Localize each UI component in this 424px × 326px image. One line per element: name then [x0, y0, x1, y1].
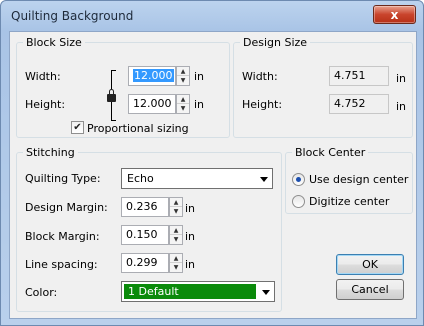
digitize-center-label: Digitize center: [309, 195, 390, 208]
block-margin-spinner[interactable]: ▲ ▼: [169, 225, 183, 245]
spin-down-icon[interactable]: ▼: [177, 104, 189, 113]
spin-up-icon[interactable]: ▲: [177, 95, 189, 104]
window-title: Quilting Background: [11, 9, 134, 23]
block-width-label: Width:: [25, 70, 61, 83]
color-value: 1 Default: [128, 285, 179, 298]
design-size-group: Design Size Width: 4.751 in Height: 4.75…: [233, 36, 413, 138]
lock-icon[interactable]: [107, 70, 117, 126]
proportional-sizing-label: Proportional sizing: [87, 122, 189, 135]
block-margin-input[interactable]: 0.150: [121, 225, 169, 245]
block-height-label: Height:: [25, 98, 66, 111]
spin-up-icon[interactable]: ▲: [177, 67, 189, 76]
block-center-title: Block Center: [292, 146, 369, 159]
cancel-button[interactable]: Cancel: [336, 279, 404, 300]
title-bar[interactable]: Quilting Background x: [1, 1, 423, 31]
close-button[interactable]: x: [373, 5, 416, 24]
spin-up-icon[interactable]: ▲: [170, 226, 182, 235]
spin-down-icon[interactable]: ▼: [177, 76, 189, 85]
block-center-group: Block Center Use design center Digitize …: [285, 146, 413, 214]
design-height-value: 4.752: [329, 94, 389, 114]
block-size-title: Block Size: [23, 36, 85, 49]
dialog-window: Quilting Background x Block Size Width: …: [0, 0, 424, 326]
block-width-unit: in: [194, 70, 205, 83]
block-width-spinner[interactable]: ▲ ▼: [176, 66, 190, 86]
line-spacing-label: Line spacing:: [25, 258, 98, 271]
block-height-spinner[interactable]: ▲ ▼: [176, 94, 190, 114]
block-margin-label: Block Margin:: [25, 230, 100, 243]
color-swatch: 1 Default: [124, 284, 256, 299]
spin-down-icon[interactable]: ▼: [170, 207, 182, 216]
quilting-type-label: Quilting Type:: [25, 172, 101, 185]
stitching-group: Stitching Quilting Type: Echo Design Mar…: [16, 146, 282, 312]
proportional-sizing-checkbox[interactable]: ✔: [71, 121, 84, 134]
stitching-title: Stitching: [23, 146, 78, 159]
design-margin-label: Design Margin:: [25, 201, 108, 214]
design-width-unit: in: [396, 72, 407, 85]
block-width-input[interactable]: 12.000: [128, 66, 176, 86]
quilting-type-dropdown[interactable]: Echo: [121, 168, 273, 189]
chevron-down-icon: [260, 177, 268, 182]
design-size-title: Design Size: [240, 36, 311, 49]
dialog-body: Block Size Width: 12.000 ▲ ▼ in Height: …: [9, 31, 417, 319]
spin-down-icon[interactable]: ▼: [170, 235, 182, 244]
design-width-value: 4.751: [329, 66, 389, 86]
design-margin-input[interactable]: 0.236: [121, 197, 169, 217]
quilting-type-value: Echo: [127, 172, 154, 185]
design-height-unit: in: [396, 100, 407, 113]
line-spacing-spinner[interactable]: ▲ ▼: [169, 253, 183, 273]
design-height-label: Height:: [242, 98, 283, 111]
color-dropdown[interactable]: 1 Default: [121, 281, 275, 302]
use-design-center-label: Use design center: [309, 173, 409, 186]
block-size-group: Block Size Width: 12.000 ▲ ▼ in Height: …: [16, 36, 230, 138]
use-design-center-radio[interactable]: [292, 173, 305, 186]
spin-up-icon[interactable]: ▲: [170, 198, 182, 207]
block-height-input[interactable]: 12.000: [128, 94, 176, 114]
block-margin-unit: in: [185, 230, 196, 243]
spin-down-icon[interactable]: ▼: [170, 263, 182, 272]
spin-up-icon[interactable]: ▲: [170, 254, 182, 263]
design-margin-unit: in: [185, 202, 196, 215]
chevron-down-icon: [262, 290, 270, 295]
line-spacing-unit: in: [185, 258, 196, 271]
line-spacing-input[interactable]: 0.299: [121, 253, 169, 273]
color-label: Color:: [25, 286, 58, 299]
digitize-center-radio[interactable]: [292, 195, 305, 208]
design-width-label: Width:: [242, 70, 278, 83]
ok-button[interactable]: OK: [336, 254, 404, 275]
block-height-unit: in: [194, 98, 205, 111]
design-margin-spinner[interactable]: ▲ ▼: [169, 197, 183, 217]
close-icon: x: [390, 7, 399, 22]
